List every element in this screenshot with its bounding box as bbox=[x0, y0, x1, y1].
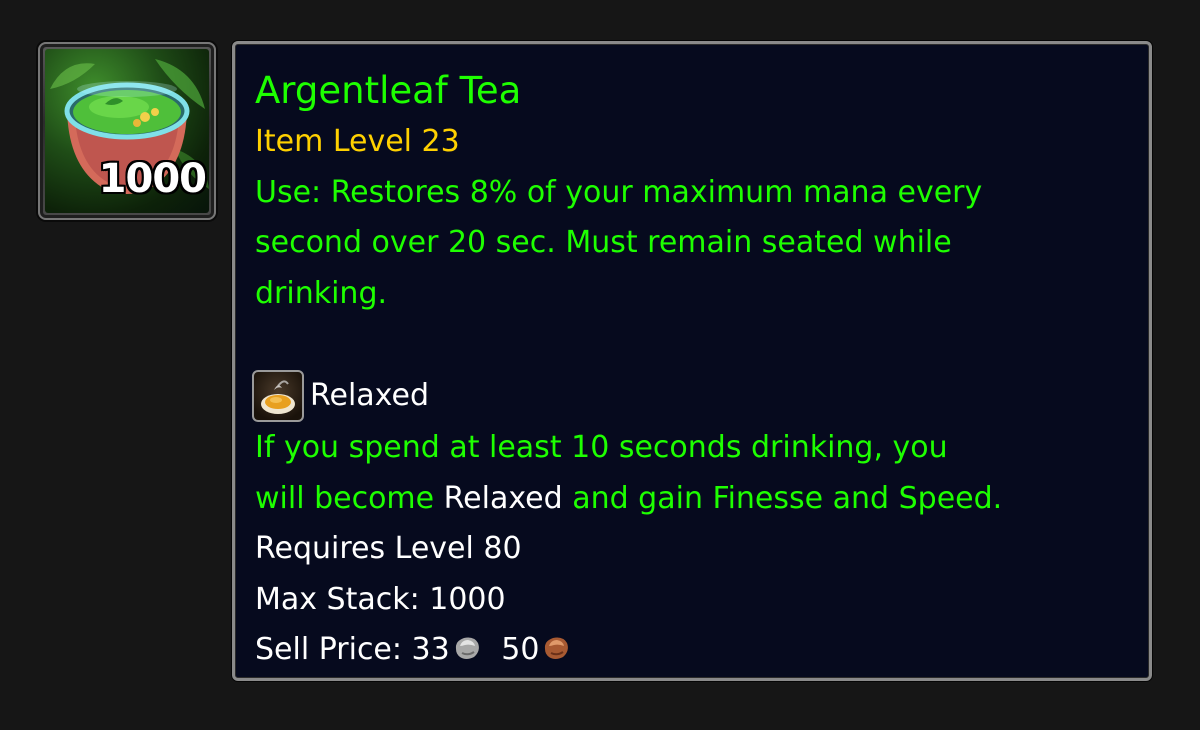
silver-amount: 33 bbox=[411, 632, 450, 667]
copper-amount: 50 bbox=[501, 632, 540, 667]
buff-desc-highlight: Relaxed bbox=[443, 480, 563, 516]
sell-price: Sell Price: 33 50 bbox=[255, 625, 1131, 676]
relaxed-buff-icon bbox=[252, 370, 304, 422]
sell-price-label: Sell Price: bbox=[255, 632, 412, 667]
buff-desc-line-1: If you spend at least 10 seconds drinkin… bbox=[255, 430, 948, 465]
copper-coin-icon bbox=[545, 637, 569, 659]
buff-desc-prefix: will become bbox=[255, 480, 444, 516]
buff-desc-line-2: will become Relaxed and gain Finesse and… bbox=[255, 474, 1131, 525]
use-effect-line-1: Use: Restores 8% of your maximum mana ev… bbox=[255, 174, 983, 210]
use-effect-line-3: drinking. bbox=[255, 275, 388, 311]
required-level: Requires Level 80 bbox=[255, 531, 522, 566]
item-level: Item Level 23 bbox=[255, 124, 460, 159]
max-stack: Max Stack: 1000 bbox=[255, 581, 506, 617]
item-icon-slot[interactable]: 1000 bbox=[38, 42, 216, 220]
silver-coin-icon bbox=[455, 637, 479, 659]
stack-count: 1000 bbox=[98, 156, 207, 202]
use-effect-line-2: second over 20 sec. Must remain seated w… bbox=[255, 225, 952, 260]
buff-name: Relaxed bbox=[310, 377, 430, 413]
item-tooltip: Argentleaf Tea Item Level 23 Use: Restor… bbox=[232, 41, 1152, 681]
buff-desc-suffix: and gain Finesse and Speed. bbox=[562, 480, 1003, 516]
buff-header: Relaxed bbox=[252, 369, 1131, 423]
item-name: Argentleaf Tea bbox=[255, 69, 522, 112]
